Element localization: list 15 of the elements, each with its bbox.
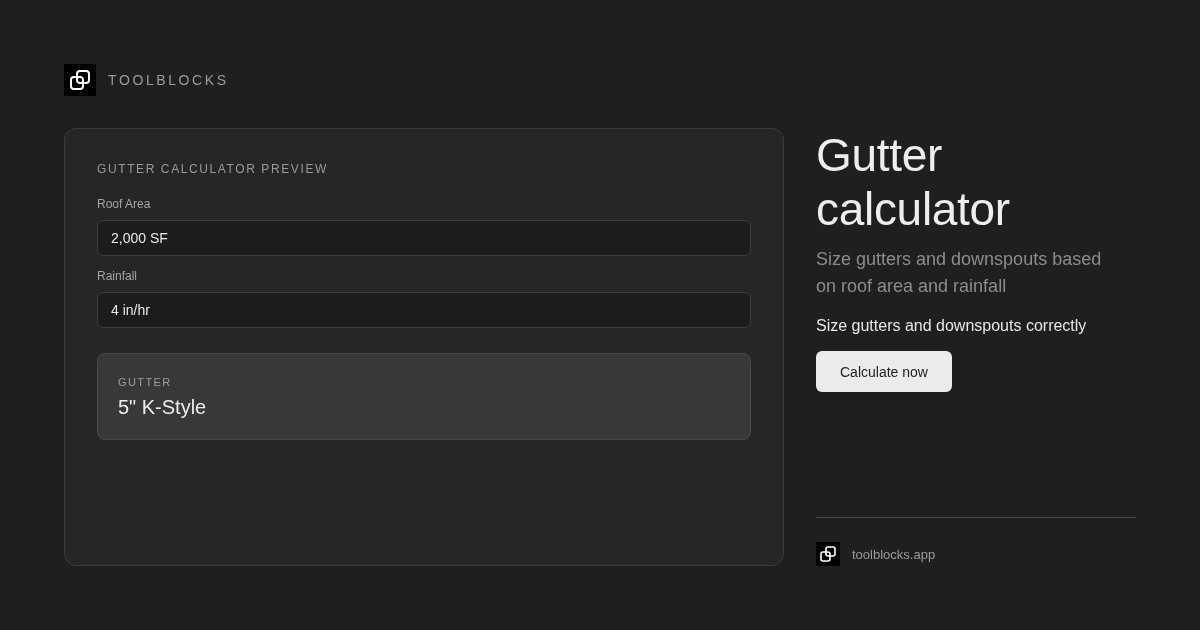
page-title: Gutter calculator xyxy=(816,128,1011,236)
tagline: Size gutters and downspouts correctly xyxy=(816,316,1088,336)
input-field[interactable]: 2,000 SF xyxy=(97,220,751,256)
field-label: Roof Area xyxy=(97,196,152,212)
input-field[interactable]: 4 in/hr xyxy=(97,292,751,328)
site-url: toolblocks.app xyxy=(852,546,936,562)
result-value: 5" K-Style xyxy=(118,395,207,419)
overlapping-squares-icon xyxy=(816,542,840,566)
field-label: Rainfall xyxy=(97,268,139,284)
overlapping-squares-icon xyxy=(64,64,96,96)
brand-name: TOOLBLOCKS xyxy=(108,72,229,88)
calculate-button[interactable]: Calculate now xyxy=(816,351,952,392)
page-subtitle: Size gutters and downspouts based on roof area and rainfall xyxy=(816,248,1103,298)
preview-title: GUTTER CALCULATOR PREVIEW xyxy=(97,162,329,176)
result-label: GUTTER xyxy=(118,375,172,389)
